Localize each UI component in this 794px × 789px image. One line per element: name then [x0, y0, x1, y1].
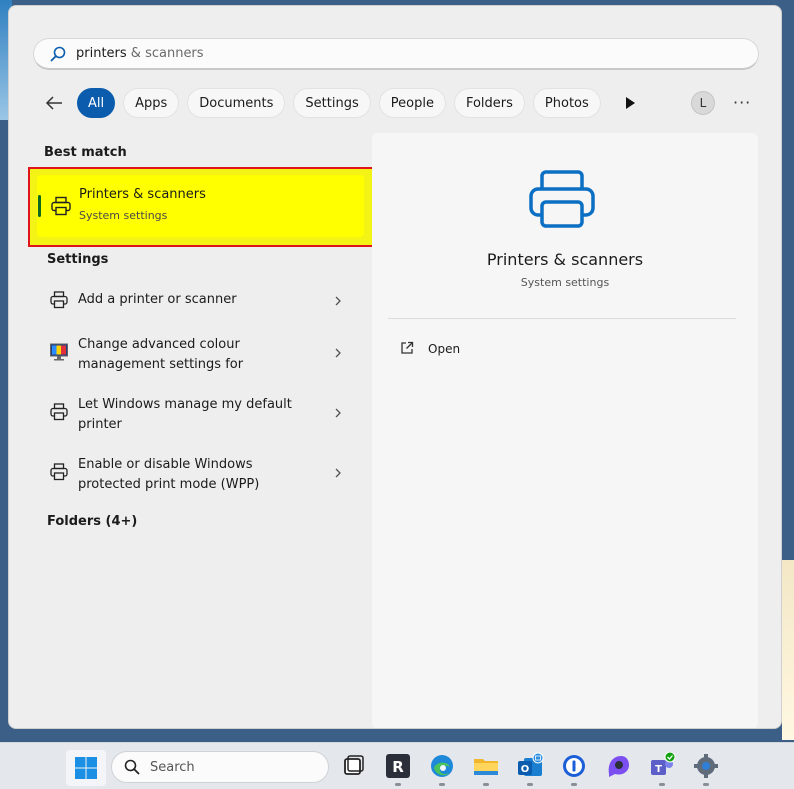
windows-logo-icon	[75, 757, 97, 779]
svg-text:R: R	[392, 758, 404, 776]
filter-bar: All Apps Documents Settings People Folde…	[43, 88, 763, 118]
teams-icon[interactable]: T	[648, 752, 676, 780]
printer-icon	[51, 196, 71, 216]
printer-icon	[529, 170, 595, 228]
folders-header[interactable]: Folders (4+)	[47, 514, 137, 529]
best-match-header: Best match	[44, 145, 127, 160]
avatar[interactable]: L	[691, 91, 715, 115]
running-indicator	[395, 783, 401, 786]
search-query-typed: printers	[76, 46, 127, 61]
running-indicator	[439, 783, 445, 786]
password-manager-icon[interactable]	[560, 752, 588, 780]
search-input[interactable]: printers & scanners	[76, 46, 204, 61]
settings-header: Settings	[47, 252, 109, 267]
start-button[interactable]	[66, 750, 106, 786]
selection-accent	[38, 195, 41, 217]
outlook-icon[interactable]: O	[516, 752, 544, 780]
best-match-subtitle: System settings	[79, 209, 168, 222]
open-external-icon[interactable]	[400, 341, 414, 355]
best-match-highlight: Printers & scanners System settings	[28, 167, 375, 247]
running-indicator	[527, 783, 533, 786]
more-options-icon[interactable]: ···	[733, 93, 751, 112]
filter-chip-photos[interactable]: Photos	[532, 88, 601, 118]
svg-text:O: O	[521, 764, 530, 775]
taskbar-search[interactable]: Search	[111, 751, 329, 783]
settings-item-add-printer[interactable]: Add a printer or scanner	[37, 286, 353, 314]
chevron-right-icon	[335, 468, 341, 478]
play-icon[interactable]	[623, 96, 637, 110]
divider	[388, 318, 736, 319]
edge-browser-icon[interactable]	[428, 752, 456, 780]
settings-gear-icon[interactable]	[692, 752, 720, 780]
settings-item-label-line2: management settings for	[78, 357, 244, 372]
colour-management-icon	[50, 343, 68, 361]
chat-assistant-icon[interactable]	[604, 752, 632, 780]
chevron-right-icon	[335, 296, 341, 306]
filter-chip-apps[interactable]: Apps	[123, 88, 180, 118]
desktop-background-right	[782, 560, 794, 740]
app-r-icon[interactable]: R	[384, 752, 412, 780]
settings-item-label: Add a printer or scanner	[78, 292, 237, 307]
preview-subtitle: System settings	[520, 276, 610, 289]
open-action[interactable]: Open	[428, 342, 460, 356]
chevron-right-icon	[335, 408, 341, 418]
filter-chip-folders[interactable]: Folders	[453, 88, 525, 118]
settings-item-label: Let Windows manage my default	[78, 397, 292, 412]
running-indicator	[703, 783, 709, 786]
printer-icon	[50, 463, 68, 481]
settings-item-colour-management[interactable]: Change advanced colour management settin…	[37, 332, 353, 376]
search-icon	[124, 759, 140, 775]
taskbar-search-placeholder: Search	[150, 759, 195, 775]
file-explorer-icon[interactable]	[472, 752, 500, 780]
task-view-icon[interactable]	[340, 752, 368, 780]
settings-item-label: Enable or disable Windows	[78, 457, 253, 472]
filter-chip-all[interactable]: All	[77, 88, 116, 118]
filter-chip-settings[interactable]: Settings	[293, 88, 371, 118]
search-icon	[50, 46, 66, 61]
svg-text:T: T	[655, 764, 662, 775]
settings-item-label: Change advanced colour	[78, 337, 240, 352]
running-indicator	[659, 783, 665, 786]
start-search-window: printers & scanners All Apps Documents S…	[8, 5, 782, 729]
best-match-item[interactable]: Printers & scanners System settings	[37, 175, 364, 237]
running-indicator	[571, 783, 577, 786]
filter-chip-documents[interactable]: Documents	[187, 88, 286, 118]
back-arrow-icon[interactable]	[43, 92, 65, 114]
best-match-title: Printers & scanners	[79, 187, 206, 202]
preview-title: Printers & scanners	[486, 250, 644, 269]
taskbar: Search R O T	[0, 742, 794, 789]
settings-item-label-line2: printer	[78, 417, 122, 432]
settings-item-default-printer[interactable]: Let Windows manage my default printer	[37, 392, 353, 436]
preview-pane: Printers & scanners System settings Open	[372, 133, 758, 728]
search-query-suggestion: & scanners	[126, 46, 204, 61]
settings-item-label-line2: protected print mode (WPP)	[78, 477, 260, 492]
chevron-right-icon	[335, 348, 341, 358]
printer-icon	[50, 291, 68, 309]
printer-icon	[50, 403, 68, 421]
settings-item-protected-print-mode[interactable]: Enable or disable Windows protected prin…	[37, 452, 353, 496]
running-indicator	[483, 783, 489, 786]
filter-chip-people[interactable]: People	[378, 88, 446, 118]
search-box[interactable]: printers & scanners	[33, 38, 759, 70]
